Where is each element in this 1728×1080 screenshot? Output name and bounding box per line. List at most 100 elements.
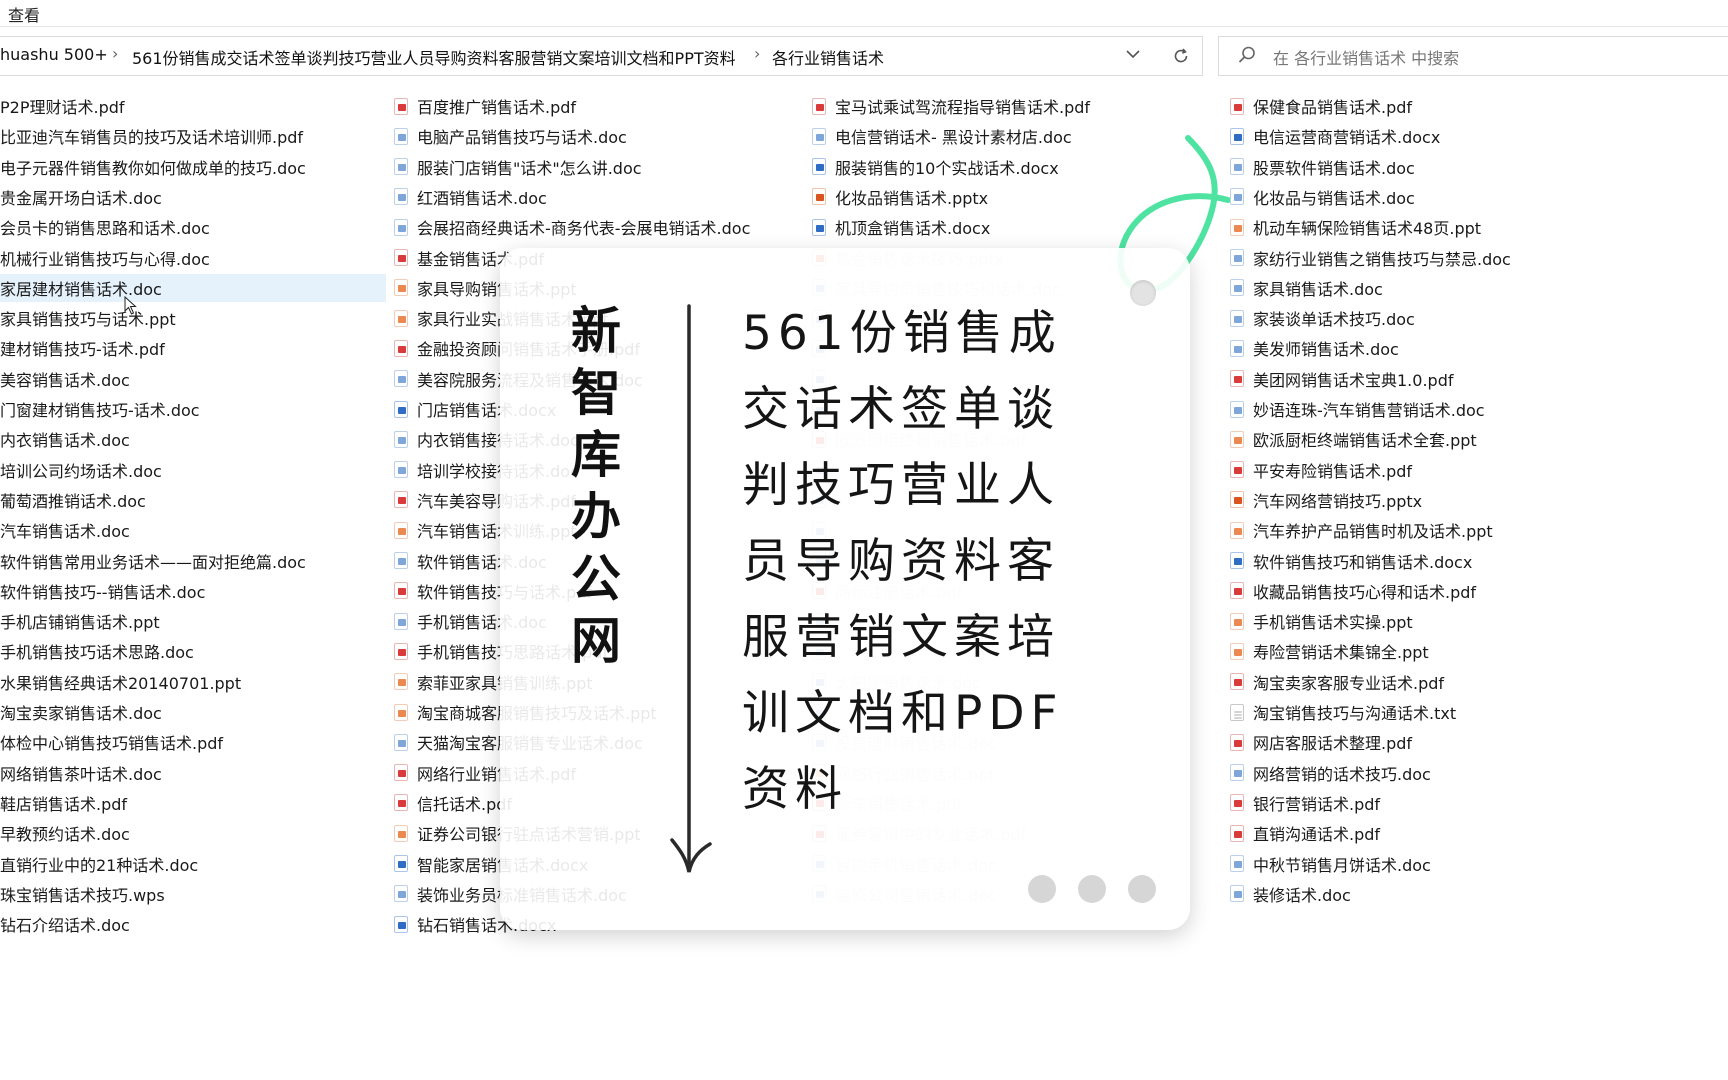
file-item[interactable]: 化妆品销售话术.pptx bbox=[812, 183, 988, 211]
file-item[interactable]: 钻石介绍话术.doc bbox=[0, 910, 130, 938]
file-item[interactable]: 平安寿险销售话术.pdf bbox=[1230, 456, 1412, 484]
file-item[interactable]: 会员卡的销售思路和话术.doc bbox=[0, 213, 210, 241]
file-item[interactable]: 门窗建材销售技巧-话术.doc bbox=[0, 395, 200, 423]
doc-file-icon bbox=[1230, 279, 1244, 297]
file-name: 网络营销的话术技巧.doc bbox=[1253, 764, 1431, 784]
file-name: 手机销售话术实操.ppt bbox=[1253, 613, 1413, 633]
file-item[interactable]: 宝马试乘试驾流程指导销售话术.pdf bbox=[812, 92, 1090, 120]
card-dot bbox=[1028, 875, 1056, 903]
file-item[interactable]: 服装销售的10个实战话术.docx bbox=[812, 153, 1059, 181]
file-item[interactable]: 欧派厨柜终端销售话术全套.ppt bbox=[1230, 425, 1477, 453]
file-item[interactable]: 寿险营销话术集锦全.ppt bbox=[1230, 637, 1429, 665]
file-item[interactable]: 贵金属开场白话术.doc bbox=[0, 183, 162, 211]
pdf-file-icon bbox=[394, 642, 408, 660]
file-item[interactable]: 网络销售茶叶话术.doc bbox=[0, 759, 162, 787]
search-input[interactable]: 在 各行业销售话术 中搜索 bbox=[1273, 45, 1459, 69]
file-name: 门窗建材销售技巧-话术.doc bbox=[0, 401, 200, 420]
brand-char: 库 bbox=[571, 426, 621, 484]
file-item[interactable]: 电信营销话术- 黑设计素材店.doc bbox=[812, 122, 1072, 150]
file-name: 软件销售技巧和销售话术.docx bbox=[1253, 552, 1473, 572]
file-item[interactable]: 汽车养护产品销售时机及话术.ppt bbox=[1230, 516, 1493, 544]
file-item[interactable]: 鞋店销售话术.pdf bbox=[0, 789, 127, 817]
file-item[interactable]: 电信运营商营销话术.docx bbox=[1230, 122, 1440, 150]
file-item[interactable]: 汽车网络营销技巧.pptx bbox=[1230, 486, 1422, 514]
doc-file-icon bbox=[1230, 764, 1244, 782]
file-item[interactable]: 手机店铺销售话术.ppt bbox=[0, 607, 160, 635]
refresh-button[interactable] bbox=[1160, 36, 1203, 76]
breadcrumb-item-folder[interactable]: 561份销售成交话术签单谈判技巧营业人员导购资料客服营销文案培训文档和PPT资料 bbox=[132, 45, 736, 69]
address-bar[interactable]: huashu 500+ › 561份销售成交话术签单谈判技巧营业人员导购资料客服… bbox=[0, 36, 1161, 76]
breadcrumb-item-root[interactable]: huashu 500+ bbox=[0, 45, 108, 64]
search-box[interactable]: 在 各行业销售话术 中搜索 bbox=[1218, 36, 1728, 76]
file-item[interactable]: 淘宝销售技巧与沟通话术.txt bbox=[1230, 698, 1456, 726]
file-item[interactable]: 百度推广销售话术.pdf bbox=[394, 92, 576, 120]
file-item[interactable]: 中秋节销售月饼话术.doc bbox=[1230, 850, 1431, 878]
doc-file-icon bbox=[394, 733, 408, 751]
file-item[interactable]: 早教预约话术.doc bbox=[0, 819, 130, 847]
file-item[interactable]: 股票软件销售话术.doc bbox=[1230, 153, 1415, 181]
file-item[interactable]: 妙语连珠-汽车销售营销话术.doc bbox=[1230, 395, 1485, 423]
file-item[interactable]: 家装谈单话术技巧.doc bbox=[1230, 304, 1415, 332]
file-name: 网络销售茶叶话术.doc bbox=[0, 764, 162, 784]
file-item[interactable]: 淘宝卖家销售话术.doc bbox=[0, 698, 162, 726]
file-name: 水果销售经典话术20140701.ppt bbox=[0, 673, 242, 693]
file-item[interactable]: 培训公司约场话术.doc bbox=[0, 456, 162, 484]
file-item[interactable]: 水果销售经典话术20140701.ppt bbox=[0, 668, 241, 696]
file-item[interactable]: 信托话术.pdf bbox=[394, 789, 512, 817]
file-name: 服装销售的10个实战话术.docx bbox=[835, 158, 1059, 178]
file-item[interactable]: 电脑产品销售技巧与话术.doc bbox=[394, 122, 627, 150]
pdf-file-icon bbox=[1230, 673, 1244, 691]
file-item[interactable]: 家具销售技巧与话术.ppt bbox=[0, 304, 176, 332]
file-item[interactable]: 保健食品销售话术.pdf bbox=[1230, 92, 1412, 120]
file-item[interactable]: 红酒销售话术.doc bbox=[394, 183, 547, 211]
file-name: 体检中心销售技巧销售话术.pdf bbox=[0, 734, 224, 754]
file-item[interactable]: 机顶盒销售话术.docx bbox=[812, 213, 990, 241]
file-item[interactable]: 家具销售话术.doc bbox=[1230, 274, 1383, 302]
file-item[interactable]: 网店客服话术整理.pdf bbox=[1230, 728, 1412, 756]
file-item[interactable]: P2P理财话术.pdf bbox=[0, 92, 125, 120]
file-item[interactable]: 家居建材销售话术.doc bbox=[0, 273, 386, 302]
file-name: 会员卡的销售思路和话术.doc bbox=[0, 219, 210, 239]
chevron-right-icon: › bbox=[754, 44, 761, 63]
pptx-file-icon bbox=[1230, 491, 1244, 509]
file-item[interactable]: 银行营销话术.pdf bbox=[1230, 789, 1380, 817]
file-item[interactable]: 机动车辆保险销售话术48页.ppt bbox=[1230, 213, 1481, 241]
file-item[interactable]: 汽车销售话术.doc bbox=[0, 516, 130, 544]
file-item[interactable]: 软件销售技巧和销售话术.docx bbox=[1230, 547, 1472, 575]
file-item[interactable]: 机械行业销售技巧与心得.doc bbox=[0, 244, 210, 272]
file-item[interactable]: 手机销售技巧话术思路.doc bbox=[0, 637, 194, 665]
file-item[interactable]: 美团网销售话术宝典1.0.pdf bbox=[1230, 365, 1453, 393]
file-item[interactable]: 建材销售技巧-话术.pdf bbox=[0, 334, 165, 362]
chevron-down-icon[interactable] bbox=[1124, 45, 1142, 63]
file-item[interactable]: 化妆品与销售话术.doc bbox=[1230, 183, 1415, 211]
breadcrumb-item-current[interactable]: 各行业销售话术 bbox=[772, 45, 884, 69]
file-name: 中秋节销售月饼话术.doc bbox=[1253, 855, 1431, 875]
file-item[interactable]: 服装门店销售"话术"怎么讲.doc bbox=[394, 153, 642, 181]
file-item[interactable]: 内衣销售话术.doc bbox=[0, 425, 130, 453]
file-name: 淘宝销售技巧与沟通话术.txt bbox=[1253, 704, 1457, 723]
file-item[interactable]: 家纺行业销售之销售技巧与禁忌.doc bbox=[1230, 244, 1511, 272]
file-name: 服装门店销售"话术"怎么讲.doc bbox=[417, 158, 642, 178]
ppt-file-icon bbox=[394, 824, 408, 842]
file-item[interactable]: 软件销售技巧--销售话术.doc bbox=[0, 577, 205, 605]
file-item[interactable]: 装修话术.doc bbox=[1230, 880, 1351, 908]
file-item[interactable]: 直销行业中的21种话术.doc bbox=[0, 850, 198, 878]
file-item[interactable]: 收藏品销售技巧心得和话术.pdf bbox=[1230, 577, 1476, 605]
file-name: 宝马试乘试驾流程指导销售话术.pdf bbox=[835, 98, 1091, 117]
file-item[interactable]: 珠宝销售话术技巧.wps bbox=[0, 880, 165, 908]
file-item[interactable]: 体检中心销售技巧销售话术.pdf bbox=[0, 728, 223, 756]
menu-view[interactable]: 查看 bbox=[8, 2, 40, 26]
doc-file-icon bbox=[1230, 249, 1244, 266]
file-item[interactable]: 网络营销的话术技巧.doc bbox=[1230, 759, 1431, 787]
doc-file-icon bbox=[394, 552, 408, 569]
file-item[interactable]: 手机销售话术实操.ppt bbox=[1230, 607, 1413, 635]
file-item[interactable]: 会展招商经典话术-商务代表-会展电销话术.doc bbox=[394, 213, 750, 241]
file-item[interactable]: 电子元器件销售教你如何做成单的技巧.doc bbox=[0, 153, 306, 181]
file-item[interactable]: 软件销售常用业务话术——面对拒绝篇.doc bbox=[0, 547, 306, 575]
file-item[interactable]: 淘宝卖家客服专业话术.pdf bbox=[1230, 668, 1444, 696]
file-item[interactable]: 比亚迪汽车销售员的技巧及话术培训师.pdf bbox=[0, 122, 303, 150]
file-item[interactable]: 葡萄酒推销话术.doc bbox=[0, 486, 146, 514]
file-item[interactable]: 直销沟通话术.pdf bbox=[1230, 819, 1380, 847]
file-item[interactable]: 美发师销售话术.doc bbox=[1230, 334, 1399, 362]
file-item[interactable]: 美容销售话术.doc bbox=[0, 365, 130, 393]
